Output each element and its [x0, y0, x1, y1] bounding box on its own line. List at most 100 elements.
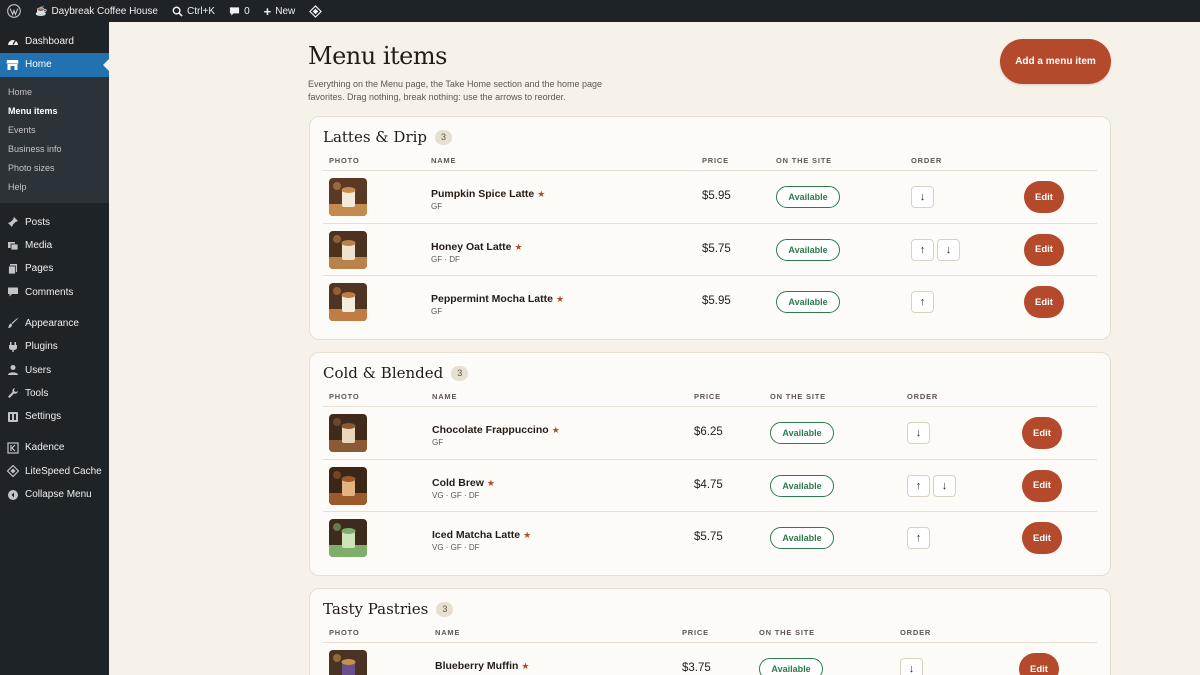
sidebar-item-label: Collapse Menu [25, 489, 92, 500]
table-header: PHOTO NAME PRICE ON THE SITE ORDER [323, 619, 1097, 643]
plug-icon [6, 340, 19, 353]
sidebar-item-posts[interactable]: Posts [0, 211, 109, 234]
column-photo: PHOTO [329, 628, 360, 637]
wrench-icon [6, 387, 19, 400]
menu-item-name: Honey Oat Latte [431, 240, 512, 253]
submenu-item-events[interactable]: Events [0, 121, 109, 140]
add-menu-item-button[interactable]: Add a menu item [1000, 39, 1111, 84]
move-up-button[interactable]: ↑ [907, 474, 930, 497]
column-name: NAME [432, 392, 458, 401]
sidebar-item-users[interactable]: Users [0, 358, 109, 381]
availability-toggle[interactable]: Available [776, 186, 840, 208]
submenu-item-help[interactable]: Help [0, 178, 109, 197]
section-count-badge: 3 [435, 129, 453, 145]
submenu-item-home[interactable]: Home [0, 83, 109, 102]
move-down-button[interactable]: ↓ [937, 238, 960, 261]
menu-item-price: $5.95 [702, 295, 731, 307]
move-down-button[interactable]: ↓ [911, 186, 934, 208]
table-header: PHOTO NAME PRICE ON THE SITE ORDER [323, 383, 1097, 407]
availability-toggle[interactable]: Available [776, 291, 840, 313]
availability-toggle[interactable]: Available [770, 527, 834, 549]
sidebar-item-label: Media [25, 240, 53, 252]
sidebar-item-label: Posts [25, 216, 51, 228]
sidebar-item-label: Tools [25, 387, 49, 399]
admin-sidebar: Dashboard Home Home Menu items Events Bu… [0, 22, 109, 675]
menu-item-photo [329, 650, 367, 675]
column-price: PRICE [682, 628, 709, 637]
availability-toggle[interactable]: Available [759, 658, 823, 675]
column-name: NAME [435, 628, 461, 637]
new-content-link[interactable]: + New [257, 0, 303, 22]
sidebar-item-label: Kadence [25, 442, 65, 454]
sidebar-item-label: Comments [25, 286, 74, 298]
menu-item-price: $4.75 [694, 478, 723, 491]
sidebar-item-plugins[interactable]: Plugins [0, 335, 109, 358]
column-name: NAME [431, 156, 457, 165]
comments-link[interactable]: 0 [222, 0, 257, 22]
sidebar-item-media[interactable]: Media [0, 234, 109, 257]
collapse-menu-button[interactable]: Collapse Menu [0, 483, 109, 506]
sidebar-item-comments[interactable]: Comments [0, 280, 109, 303]
sidebar-item-appearance[interactable]: Appearance [0, 312, 109, 335]
menu-section-card: Cold & Blended 3 PHOTO NAME PRICE ON THE SITE… [309, 352, 1111, 576]
edit-button[interactable]: Edit [1022, 469, 1062, 502]
sidebar-item-tools[interactable]: Tools [0, 382, 109, 405]
edit-button[interactable]: Edit [1022, 417, 1062, 449]
move-down-button[interactable]: ↓ [907, 422, 930, 444]
favorite-star-icon: ★ [551, 425, 560, 435]
dietary-tags: GF [431, 202, 443, 211]
section-header: Cold & Blended 3 [310, 353, 1110, 383]
menu-item-details: Chocolate Frappuccino ★ GF [432, 421, 560, 447]
site-name-link[interactable]: ☕ Daybreak Coffee House [28, 0, 165, 22]
move-up-button[interactable]: ↑ [911, 238, 934, 261]
favorite-star-icon: ★ [555, 294, 565, 304]
edit-button[interactable]: Edit [1019, 653, 1059, 675]
menu-item-name: Blueberry Muffin [435, 660, 519, 672]
availability-toggle[interactable]: Available [776, 238, 840, 261]
submenu-item-photo-sizes[interactable]: Photo sizes [0, 159, 109, 178]
command-palette-button[interactable]: Ctrl+K [165, 0, 222, 22]
move-down-button[interactable]: ↓ [900, 658, 923, 675]
comment-icon [229, 6, 240, 16]
menu-item-price: $5.75 [702, 242, 731, 255]
move-down-button[interactable]: ↓ [933, 474, 956, 497]
edit-button[interactable]: Edit [1022, 522, 1062, 554]
submenu-item-business-info[interactable]: Business info [0, 140, 109, 159]
menu-section-card: Tasty Pastries 3 PHOTO NAME PRICE ON THE SITE… [309, 588, 1111, 675]
menu-item-name: Chocolate Frappuccino [432, 424, 549, 436]
sidebar-item-home[interactable]: Home [0, 53, 109, 77]
menu-item-details: Pumpkin Spice Latte ★ GF [431, 185, 545, 211]
litespeed-menu[interactable] [302, 0, 329, 22]
edit-button[interactable]: Edit [1024, 286, 1064, 318]
user-icon [6, 364, 19, 377]
menu-item-name: Pumpkin Spice Latte [431, 188, 535, 200]
availability-toggle[interactable]: Available [770, 474, 834, 497]
sidebar-item-dashboard[interactable]: Dashboard [0, 30, 109, 53]
column-on-site: ON THE SITE [776, 156, 832, 165]
search-shortcut: Ctrl+K [187, 5, 216, 17]
move-up-button[interactable]: ↑ [911, 291, 934, 313]
diamond-icon [309, 4, 323, 18]
menu-item-photo [329, 230, 367, 269]
section-header: Lattes & Drip 3 [310, 117, 1110, 147]
sidebar-item-pages[interactable]: Pages [0, 257, 109, 280]
new-label: New [275, 5, 296, 17]
submenu-item-menu-items[interactable]: Menu items [0, 102, 109, 121]
sidebar-item-kadence[interactable]: Kadence [0, 436, 109, 459]
edit-button[interactable]: Edit [1024, 181, 1064, 213]
section-title: Cold & Blended [323, 364, 444, 382]
wordpress-logo-icon[interactable] [0, 0, 28, 22]
menu-item-photo [329, 178, 367, 216]
sidebar-item-settings[interactable]: Settings [0, 405, 109, 428]
site-name: Daybreak Coffee House [51, 5, 158, 17]
sidebar-item-label: Pages [25, 263, 54, 275]
table-row: Cold Brew ★ VG · GF · DF $4.75 Available ↑ ↓ Ed… [323, 460, 1097, 512]
availability-toggle[interactable]: Available [770, 422, 834, 444]
move-up-button[interactable]: ↑ [907, 527, 930, 549]
settings-icon [6, 410, 19, 423]
table-row: Pumpkin Spice Latte ★ GF $5.95 Available ↓ Edi… [323, 171, 1097, 224]
dietary-tags: VG · GF · DF [432, 490, 480, 500]
section-title: Tasty Pastries [323, 600, 429, 618]
sidebar-item-litespeed-cache[interactable]: LiteSpeed Cache [0, 460, 109, 483]
edit-button[interactable]: Edit [1024, 233, 1064, 266]
